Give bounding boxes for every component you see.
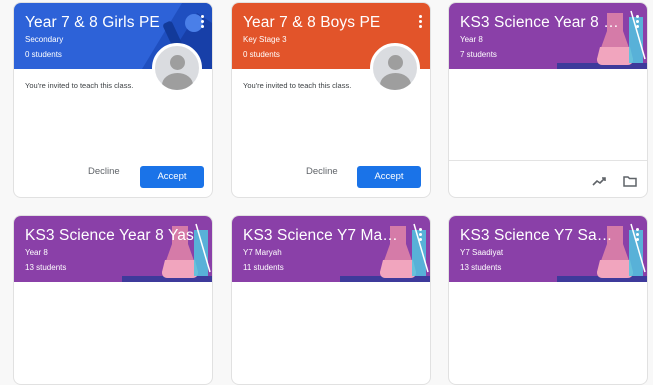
decline-button[interactable]: Decline: [306, 166, 338, 177]
student-count: 13 students: [460, 263, 502, 272]
class-section: Key Stage 3: [243, 35, 287, 44]
student-count: 0 students: [243, 50, 280, 59]
avatar: [370, 43, 420, 93]
decline-button[interactable]: Decline: [88, 166, 120, 177]
more-vert-icon[interactable]: [633, 226, 641, 242]
class-title[interactable]: Year 7 & 8 Girls PE: [25, 14, 185, 32]
card-header: KS3 Science Y7 Mary... Y7 Maryah 11 stud…: [232, 216, 430, 282]
student-count: 13 students: [25, 263, 67, 272]
more-vert-icon[interactable]: [633, 13, 641, 29]
class-title[interactable]: KS3 Science Y7 Mary...: [243, 227, 403, 245]
student-count: 0 students: [25, 50, 62, 59]
accept-button[interactable]: Accept: [357, 166, 421, 188]
class-section: Secondary: [25, 35, 64, 44]
class-section: Year 8: [25, 248, 48, 257]
class-card-ks3-science-year-8-f[interactable]: KS3 Science Year 8 F... Year 8 7 student…: [448, 2, 648, 198]
science-flask-icon: [122, 223, 212, 282]
student-count: 7 students: [460, 50, 497, 59]
avatar: [152, 43, 202, 93]
class-card-year-7-8-boys-pe[interactable]: Year 7 & 8 Boys PE Key Stage 3 0 student…: [231, 2, 431, 198]
more-vert-icon[interactable]: [416, 226, 424, 242]
class-title[interactable]: KS3 Science Year 8 F...: [460, 14, 620, 32]
divider: [449, 160, 647, 161]
class-title[interactable]: KS3 Science Year 8 Yas: [25, 227, 200, 245]
class-card-ks3-science-year-8-yas[interactable]: KS3 Science Year 8 Yas Year 8 13 student…: [13, 215, 213, 385]
student-count: 11 students: [243, 263, 284, 272]
card-header: KS3 Science Y7 Saadi... Y7 Saadiyat 13 s…: [449, 216, 647, 282]
more-vert-icon[interactable]: [416, 13, 424, 29]
folder-icon[interactable]: [623, 175, 637, 187]
card-header: KS3 Science Year 8 F... Year 8 7 student…: [449, 3, 647, 69]
class-section: Year 8: [460, 35, 483, 44]
class-title[interactable]: KS3 Science Y7 Saadi...: [460, 227, 620, 245]
class-card-ks3-science-y7-mary[interactable]: KS3 Science Y7 Mary... Y7 Maryah 11 stud…: [231, 215, 431, 385]
accept-button[interactable]: Accept: [140, 166, 204, 188]
class-card-year-7-8-girls-pe[interactable]: Year 7 & 8 Girls PE Secondary 0 students…: [13, 2, 213, 198]
trending-up-icon[interactable]: [592, 175, 606, 187]
class-title[interactable]: Year 7 & 8 Boys PE: [243, 14, 403, 32]
class-card-ks3-science-y7-saadi[interactable]: KS3 Science Y7 Saadi... Y7 Saadiyat 13 s…: [448, 215, 648, 385]
more-vert-icon[interactable]: [198, 13, 206, 29]
invite-text: You're invited to teach this class.: [25, 81, 134, 90]
class-section: Y7 Maryah: [243, 248, 282, 257]
class-section: Y7 Saadiyat: [460, 248, 504, 257]
invite-text: You're invited to teach this class.: [243, 81, 352, 90]
card-header: KS3 Science Year 8 Yas Year 8 13 student…: [14, 216, 212, 282]
